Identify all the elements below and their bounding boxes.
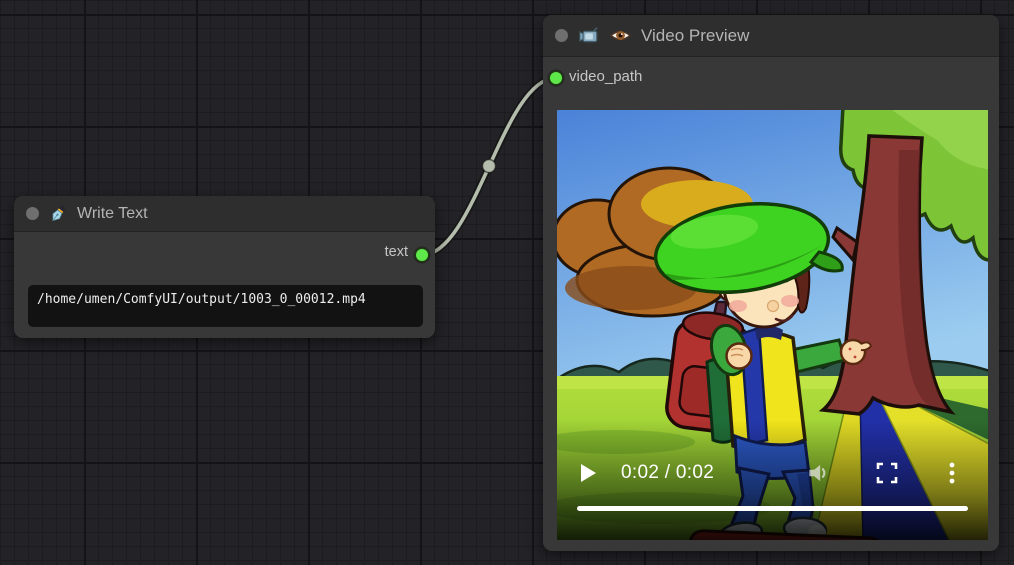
node-editor-canvas[interactable]: Write Text text /home/umen/ComfyUI/outpu… <box>0 0 1014 565</box>
node-title: Write Text <box>77 205 148 223</box>
play-button[interactable] <box>581 464 596 482</box>
text-widget[interactable]: /home/umen/ComfyUI/output/1003_0_00012.m… <box>28 285 423 327</box>
video-player[interactable]: 0:02 / 0:02 <box>557 110 988 540</box>
node-header[interactable]: Write Text <box>14 196 435 232</box>
output-slot-label: text <box>385 244 408 260</box>
node-header[interactable]: Video Preview <box>543 15 999 57</box>
eye-icon <box>609 24 632 47</box>
node-write-text[interactable]: Write Text text /home/umen/ComfyUI/outpu… <box>14 196 435 338</box>
video-progress-bar[interactable] <box>577 506 968 511</box>
movie-camera-icon <box>577 24 600 47</box>
more-options-button[interactable] <box>948 461 956 485</box>
mute-button[interactable] <box>805 460 831 486</box>
output-port-text[interactable] <box>416 249 428 261</box>
node-title: Video Preview <box>641 26 749 46</box>
collapse-dot[interactable] <box>555 29 568 42</box>
input-port-video-path[interactable] <box>550 72 562 84</box>
node-video-preview[interactable]: Video Preview video_path <box>543 15 999 551</box>
time-display: 0:02 / 0:02 <box>621 462 714 484</box>
collapse-dot[interactable] <box>26 207 39 220</box>
pen-nib-icon <box>48 204 68 224</box>
input-slot-label: video_path <box>569 68 642 85</box>
fullscreen-button[interactable] <box>876 462 898 484</box>
wire-midpoint-dot <box>483 160 496 173</box>
